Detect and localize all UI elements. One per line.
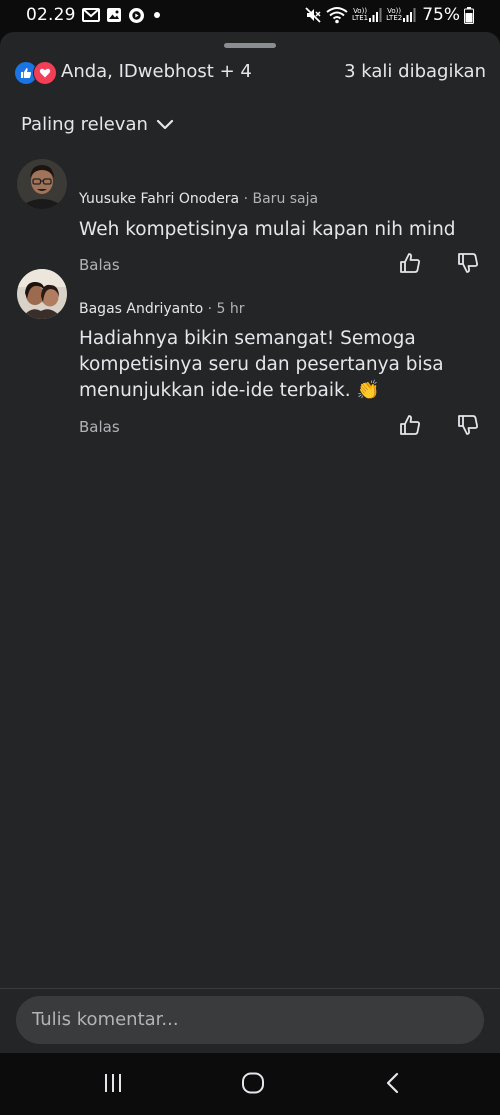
- comment-header: Yuusuke Fahri Onodera · Baru saja: [79, 190, 318, 208]
- downvote-button[interactable]: [455, 414, 481, 440]
- sim1-label-bottom: LTE1: [352, 14, 369, 22]
- sim2-label-bottom: LTE2: [386, 14, 403, 22]
- sort-dropdown[interactable]: Paling relevan: [21, 114, 174, 135]
- comment-separator: ·: [207, 301, 213, 317]
- battery-percent: 75%: [422, 5, 460, 25]
- system-nav-bar: [0, 1053, 500, 1115]
- wifi-icon: [326, 6, 348, 24]
- shares-count[interactable]: 3 kali dibagikan: [344, 60, 486, 84]
- media-play-icon: [128, 7, 145, 24]
- comment-time: 5 hr: [216, 301, 245, 317]
- notification-dot-icon: [151, 9, 163, 21]
- comment-text: Hadiahnya bikin semangat! Semoga kompeti…: [79, 328, 444, 401]
- avatar[interactable]: [17, 269, 67, 319]
- love-reaction-icon: [33, 61, 57, 85]
- comment-author[interactable]: Yuusuke Fahri Onodera: [79, 191, 239, 207]
- gmail-icon: [81, 8, 100, 22]
- thumbs-down-icon: [457, 414, 479, 440]
- comment-separator: ·: [243, 191, 249, 207]
- sort-label: Paling relevan: [21, 114, 148, 135]
- comment-header: Bagas Andriyanto · 5 hr: [79, 300, 245, 318]
- home-icon: [241, 1072, 265, 1098]
- comment-item: Yuusuke Fahri Onodera · Baru saja Weh ko…: [0, 152, 500, 274]
- signal-sim1-icon: Vo)) LTE1: [352, 7, 382, 23]
- back-button[interactable]: [378, 1070, 408, 1100]
- screen: 02.29 Vo)) LTE1 Vo)) LTE2 75% Anda, IDwe…: [0, 0, 500, 1115]
- mute-icon: [304, 6, 322, 24]
- comment-time: Baru saja: [252, 191, 319, 207]
- status-bar: 02.29 Vo)) LTE1 Vo)) LTE2 75%: [0, 0, 500, 32]
- comment-input[interactable]: Tulis komentar...: [16, 996, 484, 1044]
- avatar[interactable]: [17, 159, 67, 209]
- reaction-icons: [14, 60, 58, 85]
- status-left: 02.29: [26, 5, 163, 25]
- upvote-button[interactable]: [397, 414, 423, 440]
- reactions-summary[interactable]: Anda, IDwebhost + 4 3 kali dibagikan: [14, 60, 486, 85]
- comment-author[interactable]: Bagas Andriyanto: [79, 301, 203, 317]
- comments-sheet: Anda, IDwebhost + 4 3 kali dibagikan Pal…: [0, 32, 500, 1053]
- recent-apps-button[interactable]: [98, 1070, 128, 1100]
- gallery-icon: [106, 7, 122, 23]
- sheet-drag-handle[interactable]: [224, 43, 276, 48]
- recent-apps-icon: [102, 1073, 124, 1097]
- back-icon: [385, 1072, 401, 1098]
- thumbs-up-icon: [399, 414, 421, 440]
- comment-item: Bagas Andriyanto · 5 hr Hadiahnya bikin …: [0, 264, 500, 436]
- reply-button[interactable]: Balas: [79, 418, 120, 436]
- signal-sim2-icon: Vo)) LTE2: [386, 7, 416, 23]
- reactors-text: Anda, IDwebhost + 4: [61, 61, 252, 82]
- home-button[interactable]: [238, 1070, 268, 1100]
- status-time: 02.29: [26, 5, 76, 25]
- status-right: Vo)) LTE1 Vo)) LTE2 75%: [304, 5, 474, 25]
- comment-composer: Tulis komentar...: [0, 989, 500, 1053]
- battery-icon: [464, 6, 474, 24]
- chevron-down-icon: [156, 119, 174, 131]
- comment-text: Weh kompetisinya mulai kapan nih mind: [79, 219, 456, 240]
